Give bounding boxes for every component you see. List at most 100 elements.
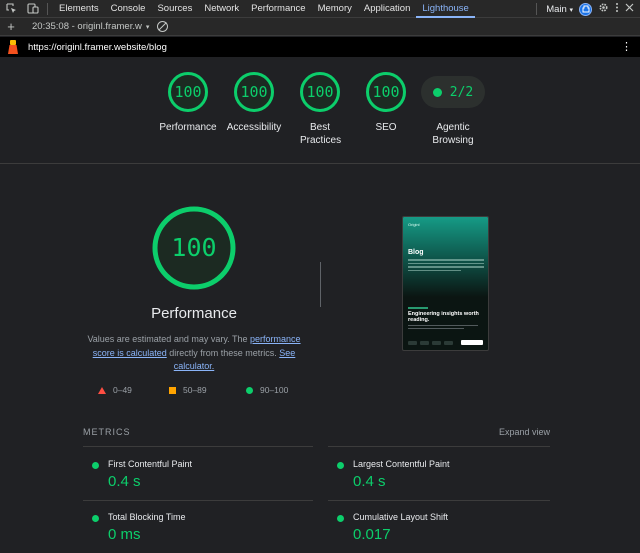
score-value: 100	[306, 83, 334, 101]
metrics-header: METRICS Expand view	[83, 426, 550, 440]
metric-name: Largest Contentful Paint	[353, 459, 450, 469]
thumbnail-filter-chips	[408, 341, 453, 345]
report-menu-icon[interactable]: ⋮	[621, 40, 632, 53]
pass-dot-icon	[432, 87, 442, 97]
context-label: Main	[546, 3, 567, 15]
gauge-label: Best Practices	[300, 122, 342, 146]
new-report-button[interactable]: +	[0, 19, 22, 34]
score-summary: 100 Performance 100 Accessibility 100 Be…	[0, 57, 640, 164]
expand-view-toggle[interactable]: Expand view	[499, 427, 550, 437]
score-ring: 100	[365, 71, 407, 113]
gauge-agentic-browsing[interactable]: 2/2 Agentic Browsing	[419, 71, 487, 147]
thumbnail-sub-lines	[408, 325, 478, 331]
report-url-bar: https://originl.framer.website/blog ⋮	[0, 37, 640, 57]
score-ring: 100	[233, 71, 275, 113]
gauge-best-practices[interactable]: 100 Best Practices	[287, 71, 353, 147]
kebab-menu-icon[interactable]	[615, 2, 619, 16]
metrics-divider	[328, 446, 550, 447]
desc-text: directly from these metrics.	[166, 347, 280, 358]
tab-memory[interactable]: Memory	[312, 0, 358, 18]
panel-tabs: Elements Console Sources Network Perform…	[53, 0, 475, 18]
tab-console[interactable]: Console	[105, 0, 152, 18]
gauge-label: Accessibility	[226, 122, 282, 133]
agentic-score-pill: 2/2	[421, 76, 485, 108]
performance-description: Values are estimated and may vary. The p…	[84, 333, 304, 374]
average-square-icon	[169, 386, 176, 394]
lighthouse-logo-icon	[7, 40, 19, 54]
metric-name: Cumulative Layout Shift	[353, 512, 449, 522]
report-selector[interactable]: 20:35:08 - originl.framer.w	[32, 21, 142, 32]
tab-performance[interactable]: Performance	[245, 0, 311, 18]
pass-dot-icon	[92, 515, 99, 522]
thumbnail-hero-gradient	[403, 217, 488, 297]
pass-dot-icon	[337, 462, 344, 469]
tabbar-right-controls: Main ▾	[533, 0, 640, 18]
pass-dot-icon	[92, 462, 99, 469]
thumbnail-tag	[408, 307, 428, 309]
agentic-score: 2/2	[449, 84, 474, 100]
lighthouse-toolbar: + 20:35:08 - originl.framer.w ▾	[0, 18, 640, 36]
gauge-seo[interactable]: 100 SEO	[353, 71, 419, 134]
device-toolbar-icon[interactable]	[22, 0, 44, 18]
pass-circle-icon	[246, 386, 253, 394]
metric-cls: Cumulative Layout Shift 0.017	[328, 510, 556, 553]
gauge-performance[interactable]: 100 Performance	[155, 71, 221, 134]
tab-separator	[536, 3, 538, 15]
thumbnail-body-lines	[408, 259, 484, 273]
score-ring: 100	[299, 71, 341, 113]
metrics-divider	[83, 500, 313, 501]
score-value: 100	[240, 83, 268, 101]
clear-reports-icon[interactable]	[157, 21, 169, 32]
fail-triangle-icon	[98, 386, 106, 394]
metric-fcp: First Contentful Paint 0.4 s	[83, 457, 311, 509]
metric-value: 0 ms	[108, 526, 141, 543]
gauge-label: Agentic Browsing	[432, 122, 474, 146]
score-ring: 100	[167, 71, 209, 113]
metric-tbt: Total Blocking Time 0 ms	[83, 510, 311, 553]
metric-value: 0.4 s	[108, 473, 141, 490]
gauge-accessibility[interactable]: 100 Accessibility	[221, 71, 287, 134]
legend-range: 90–100	[260, 385, 289, 395]
tab-elements[interactable]: Elements	[53, 0, 105, 18]
thumbnail-logo: Originl	[408, 222, 420, 227]
legend-fail: 0–49	[98, 385, 132, 395]
thumbnail-page-title: Blog	[408, 249, 424, 256]
close-icon[interactable]	[625, 3, 634, 15]
score-value: 100	[372, 83, 400, 101]
legend-range: 0–49	[113, 385, 132, 395]
metrics-divider	[83, 446, 313, 447]
legend-average: 50–89	[169, 385, 207, 395]
context-selector[interactable]: Main ▾	[546, 4, 573, 15]
gauge-label: Performance	[159, 122, 217, 133]
metric-value: 0.4 s	[353, 473, 386, 490]
devtools-tabbar: Elements Console Sources Network Perform…	[0, 0, 640, 18]
tab-network[interactable]: Network	[198, 0, 245, 18]
legend-pass: 90–100	[246, 385, 288, 395]
extension-icon[interactable]	[579, 2, 592, 16]
metric-value: 0.017	[353, 526, 391, 543]
thumbnail-cta	[461, 340, 483, 345]
tab-sources[interactable]: Sources	[151, 0, 198, 18]
desc-text: Values are estimated and may vary. The	[87, 334, 251, 344]
performance-score: 100	[171, 233, 217, 262]
final-screenshot-thumbnail[interactable]: Originl Blog Engineering insights worth …	[402, 216, 489, 351]
metric-name: First Contentful Paint	[108, 459, 193, 469]
tab-application[interactable]: Application	[358, 0, 416, 18]
performance-gauge-large: 100	[151, 205, 237, 291]
inspect-element-icon[interactable]	[0, 0, 22, 18]
gear-icon[interactable]	[598, 2, 609, 16]
section-divider	[320, 262, 321, 307]
tab-lighthouse[interactable]: Lighthouse	[416, 0, 475, 18]
report-url[interactable]: https://originl.framer.website/blog	[28, 42, 167, 53]
metric-name: Total Blocking Time	[108, 512, 186, 522]
tab-separator	[47, 2, 48, 15]
chevron-down-icon: ▾	[569, 6, 573, 14]
score-value: 100	[174, 83, 202, 101]
gauge-label: SEO	[375, 122, 397, 133]
performance-title: Performance	[151, 305, 237, 322]
chevron-down-icon[interactable]: ▾	[146, 23, 150, 31]
metric-lcp: Largest Contentful Paint 0.4 s	[328, 457, 556, 509]
thumbnail-headline: Engineering insights worth reading.	[408, 311, 479, 323]
metrics-divider	[328, 500, 550, 501]
pass-dot-icon	[337, 515, 344, 522]
